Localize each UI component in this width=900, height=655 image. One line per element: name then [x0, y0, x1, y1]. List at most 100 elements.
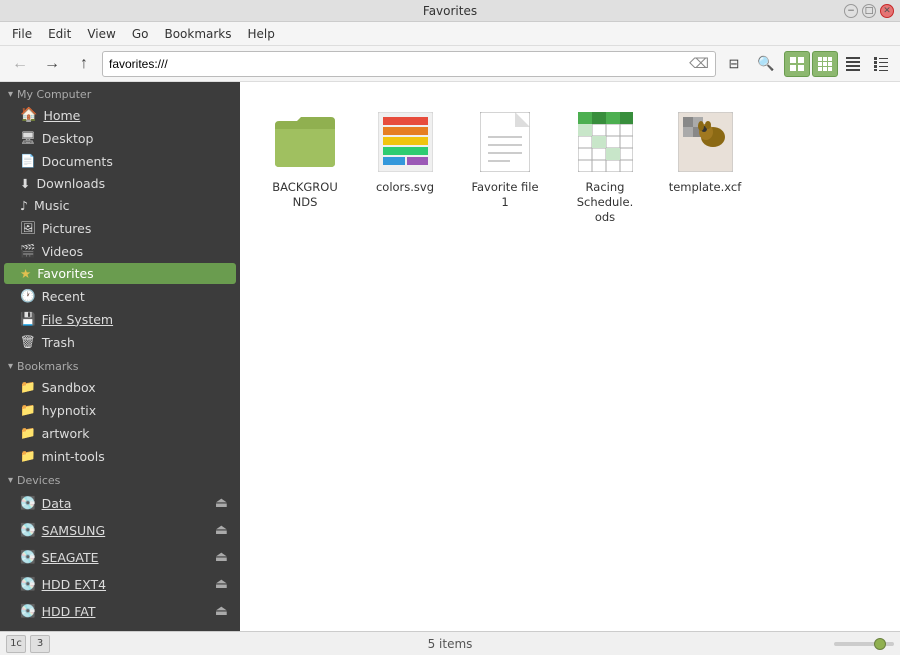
sidebar-item-music[interactable]: ♪ Music [4, 195, 236, 216]
sidebar-section-bookmarks[interactable]: Bookmarks [0, 354, 240, 375]
titlebar-title: Favorites [423, 4, 477, 18]
file-item-backgrounds[interactable]: BACKGROUNDS [260, 102, 350, 218]
menu-bookmarks[interactable]: Bookmarks [156, 25, 239, 43]
up-button[interactable]: ↑ [70, 50, 98, 78]
sidebar-item-label: Favorites [37, 266, 93, 281]
music-icon: ♪ [20, 198, 28, 213]
sidebar-item-label: HDD EXT4 [42, 577, 106, 592]
sidebar-item-artwork[interactable]: 📁 artwork [4, 422, 236, 444]
sidebar-item-seagate[interactable]: 💽 SEAGATE ⏏ [4, 544, 236, 570]
menu-edit[interactable]: Edit [40, 25, 79, 43]
statusbar-btn-3[interactable]: 3 [30, 635, 50, 653]
back-button[interactable]: ← [6, 50, 34, 78]
folder-icon: 📁 [20, 402, 36, 418]
eject-button[interactable]: ⏏ [211, 520, 232, 540]
sidebar-item-label: Documents [42, 154, 113, 169]
sidebar-item-favorites[interactable]: ★ Favorites [4, 263, 236, 284]
sidebar-item-pictures[interactable]: 🖼 Pictures [4, 217, 236, 239]
file-label: template.xcf [669, 180, 742, 195]
close-button[interactable]: ✕ [880, 4, 894, 18]
statusbar-btn-1c[interactable]: 1c [6, 635, 26, 653]
statusbar-count: 5 items [428, 637, 473, 651]
minimize-button[interactable]: − [844, 4, 858, 18]
videos-icon: 🎬 [20, 243, 36, 259]
sidebar-item-hdd-ext4[interactable]: 💽 HDD EXT4 ⏏ [4, 571, 236, 597]
sidebar-item-hypnotix[interactable]: 📁 hypnotix [4, 399, 236, 421]
sidebar-item-home[interactable]: 🏠 Home [4, 104, 236, 126]
eject-button[interactable]: ⏏ [211, 574, 232, 594]
view-icon-button[interactable] [784, 51, 810, 77]
maximize-button[interactable]: □ [862, 4, 876, 18]
view-list-button[interactable] [840, 51, 866, 77]
device-icon: 💽 [20, 495, 36, 511]
terminal-button[interactable]: ⊟ [720, 50, 748, 78]
address-clear-button[interactable]: ⌫ [689, 56, 709, 72]
sidebar-item-sandbox[interactable]: 📁 Sandbox [4, 376, 236, 398]
eject-button[interactable]: ⏏ [211, 493, 232, 513]
file-label: BACKGROUNDS [268, 180, 342, 210]
sidebar-section-devices[interactable]: Devices [0, 468, 240, 489]
sidebar-item-label: Music [34, 198, 70, 213]
folder-icon-backgrounds [273, 110, 337, 174]
device-icon: 💽 [20, 603, 36, 619]
home-icon: 🏠 [20, 107, 37, 123]
sidebar-item-label: Trash [42, 335, 75, 350]
file-label: colors.svg [376, 180, 434, 195]
sidebar-item-label: Downloads [36, 176, 105, 191]
forward-button[interactable]: → [38, 50, 66, 78]
menu-help[interactable]: Help [240, 25, 283, 43]
menu-file[interactable]: File [4, 25, 40, 43]
device-icon: 💽 [20, 522, 36, 538]
statusbar: 1c 3 5 items [0, 631, 900, 655]
sidebar-item-data[interactable]: 💽 Data ⏏ [4, 490, 236, 516]
sidebar-item-filesystem[interactable]: 💾 File System [4, 308, 236, 330]
sidebar-item-videos[interactable]: 🎬 Videos [4, 240, 236, 262]
file-item-template-xcf[interactable]: template.xcf [660, 102, 750, 203]
titlebar: Favorites − □ ✕ [0, 0, 900, 22]
sidebar-item-label: SAMSUNG [42, 523, 106, 538]
titlebar-controls: − □ ✕ [844, 4, 894, 18]
sidebar-item-label: Recent [42, 289, 85, 304]
zoom-slider[interactable] [834, 642, 894, 646]
sidebar-item-trash[interactable]: 🗑 Trash [4, 331, 236, 353]
file-item-colors-svg[interactable]: colors.svg [360, 102, 450, 203]
sidebar-item-mint-tools[interactable]: 📁 mint-tools [4, 445, 236, 467]
xcf-icon-template [673, 110, 737, 174]
sidebar-item-recent[interactable]: 🕐 Recent [4, 285, 236, 307]
folder-icon: 📁 [20, 379, 36, 395]
main-layout: My Computer 🏠 Home 🖥 Desktop 📄 Documents… [0, 82, 900, 631]
sidebar-item-label: Videos [42, 244, 84, 259]
search-button[interactable]: 🔍 [752, 50, 780, 78]
sidebar-item-downloads[interactable]: ⬇ Downloads [4, 173, 236, 194]
sidebar-item-label: File System [42, 312, 114, 327]
toolbar: ← → ↑ ⌫ ⊟ 🔍 [0, 46, 900, 82]
eject-button[interactable]: ⏏ [211, 601, 232, 621]
sidebar-item-label: Pictures [42, 221, 92, 236]
address-bar[interactable]: ⌫ [102, 51, 716, 77]
view-compact-button[interactable] [812, 51, 838, 77]
sidebar-section-my-computer[interactable]: My Computer [0, 82, 240, 103]
eject-button[interactable]: ⏏ [211, 547, 232, 567]
desktop-icon: 🖥 [20, 130, 36, 146]
address-input[interactable] [109, 57, 689, 71]
file-item-favorite-1[interactable]: Favorite file 1 [460, 102, 550, 218]
menu-view[interactable]: View [79, 25, 123, 43]
sidebar-item-hdd-fat[interactable]: 💽 HDD FAT ⏏ [4, 598, 236, 624]
sidebar-item-desktop[interactable]: 🖥 Desktop [4, 127, 236, 149]
view-buttons [784, 51, 894, 77]
sidebar-item-samsung[interactable]: 💽 SAMSUNG ⏏ [4, 517, 236, 543]
folder-icon: 📁 [20, 425, 36, 441]
downloads-icon: ⬇ [20, 176, 30, 191]
file-label: Favorite file 1 [468, 180, 542, 210]
file-item-racing-schedule[interactable]: Racing Schedule.ods [560, 102, 650, 233]
menu-go[interactable]: Go [124, 25, 157, 43]
sidebar-item-label: Sandbox [42, 380, 96, 395]
sidebar-item-label: artwork [42, 426, 90, 441]
sidebar-item-label: Data [42, 496, 72, 511]
sidebar-item-label: mint-tools [42, 449, 105, 464]
sidebar-item-label: hypnotix [42, 403, 97, 418]
zoom-thumb [874, 638, 886, 650]
view-details-button[interactable] [868, 51, 894, 77]
sidebar-item-documents[interactable]: 📄 Documents [4, 150, 236, 172]
device-icon: 💽 [20, 549, 36, 565]
